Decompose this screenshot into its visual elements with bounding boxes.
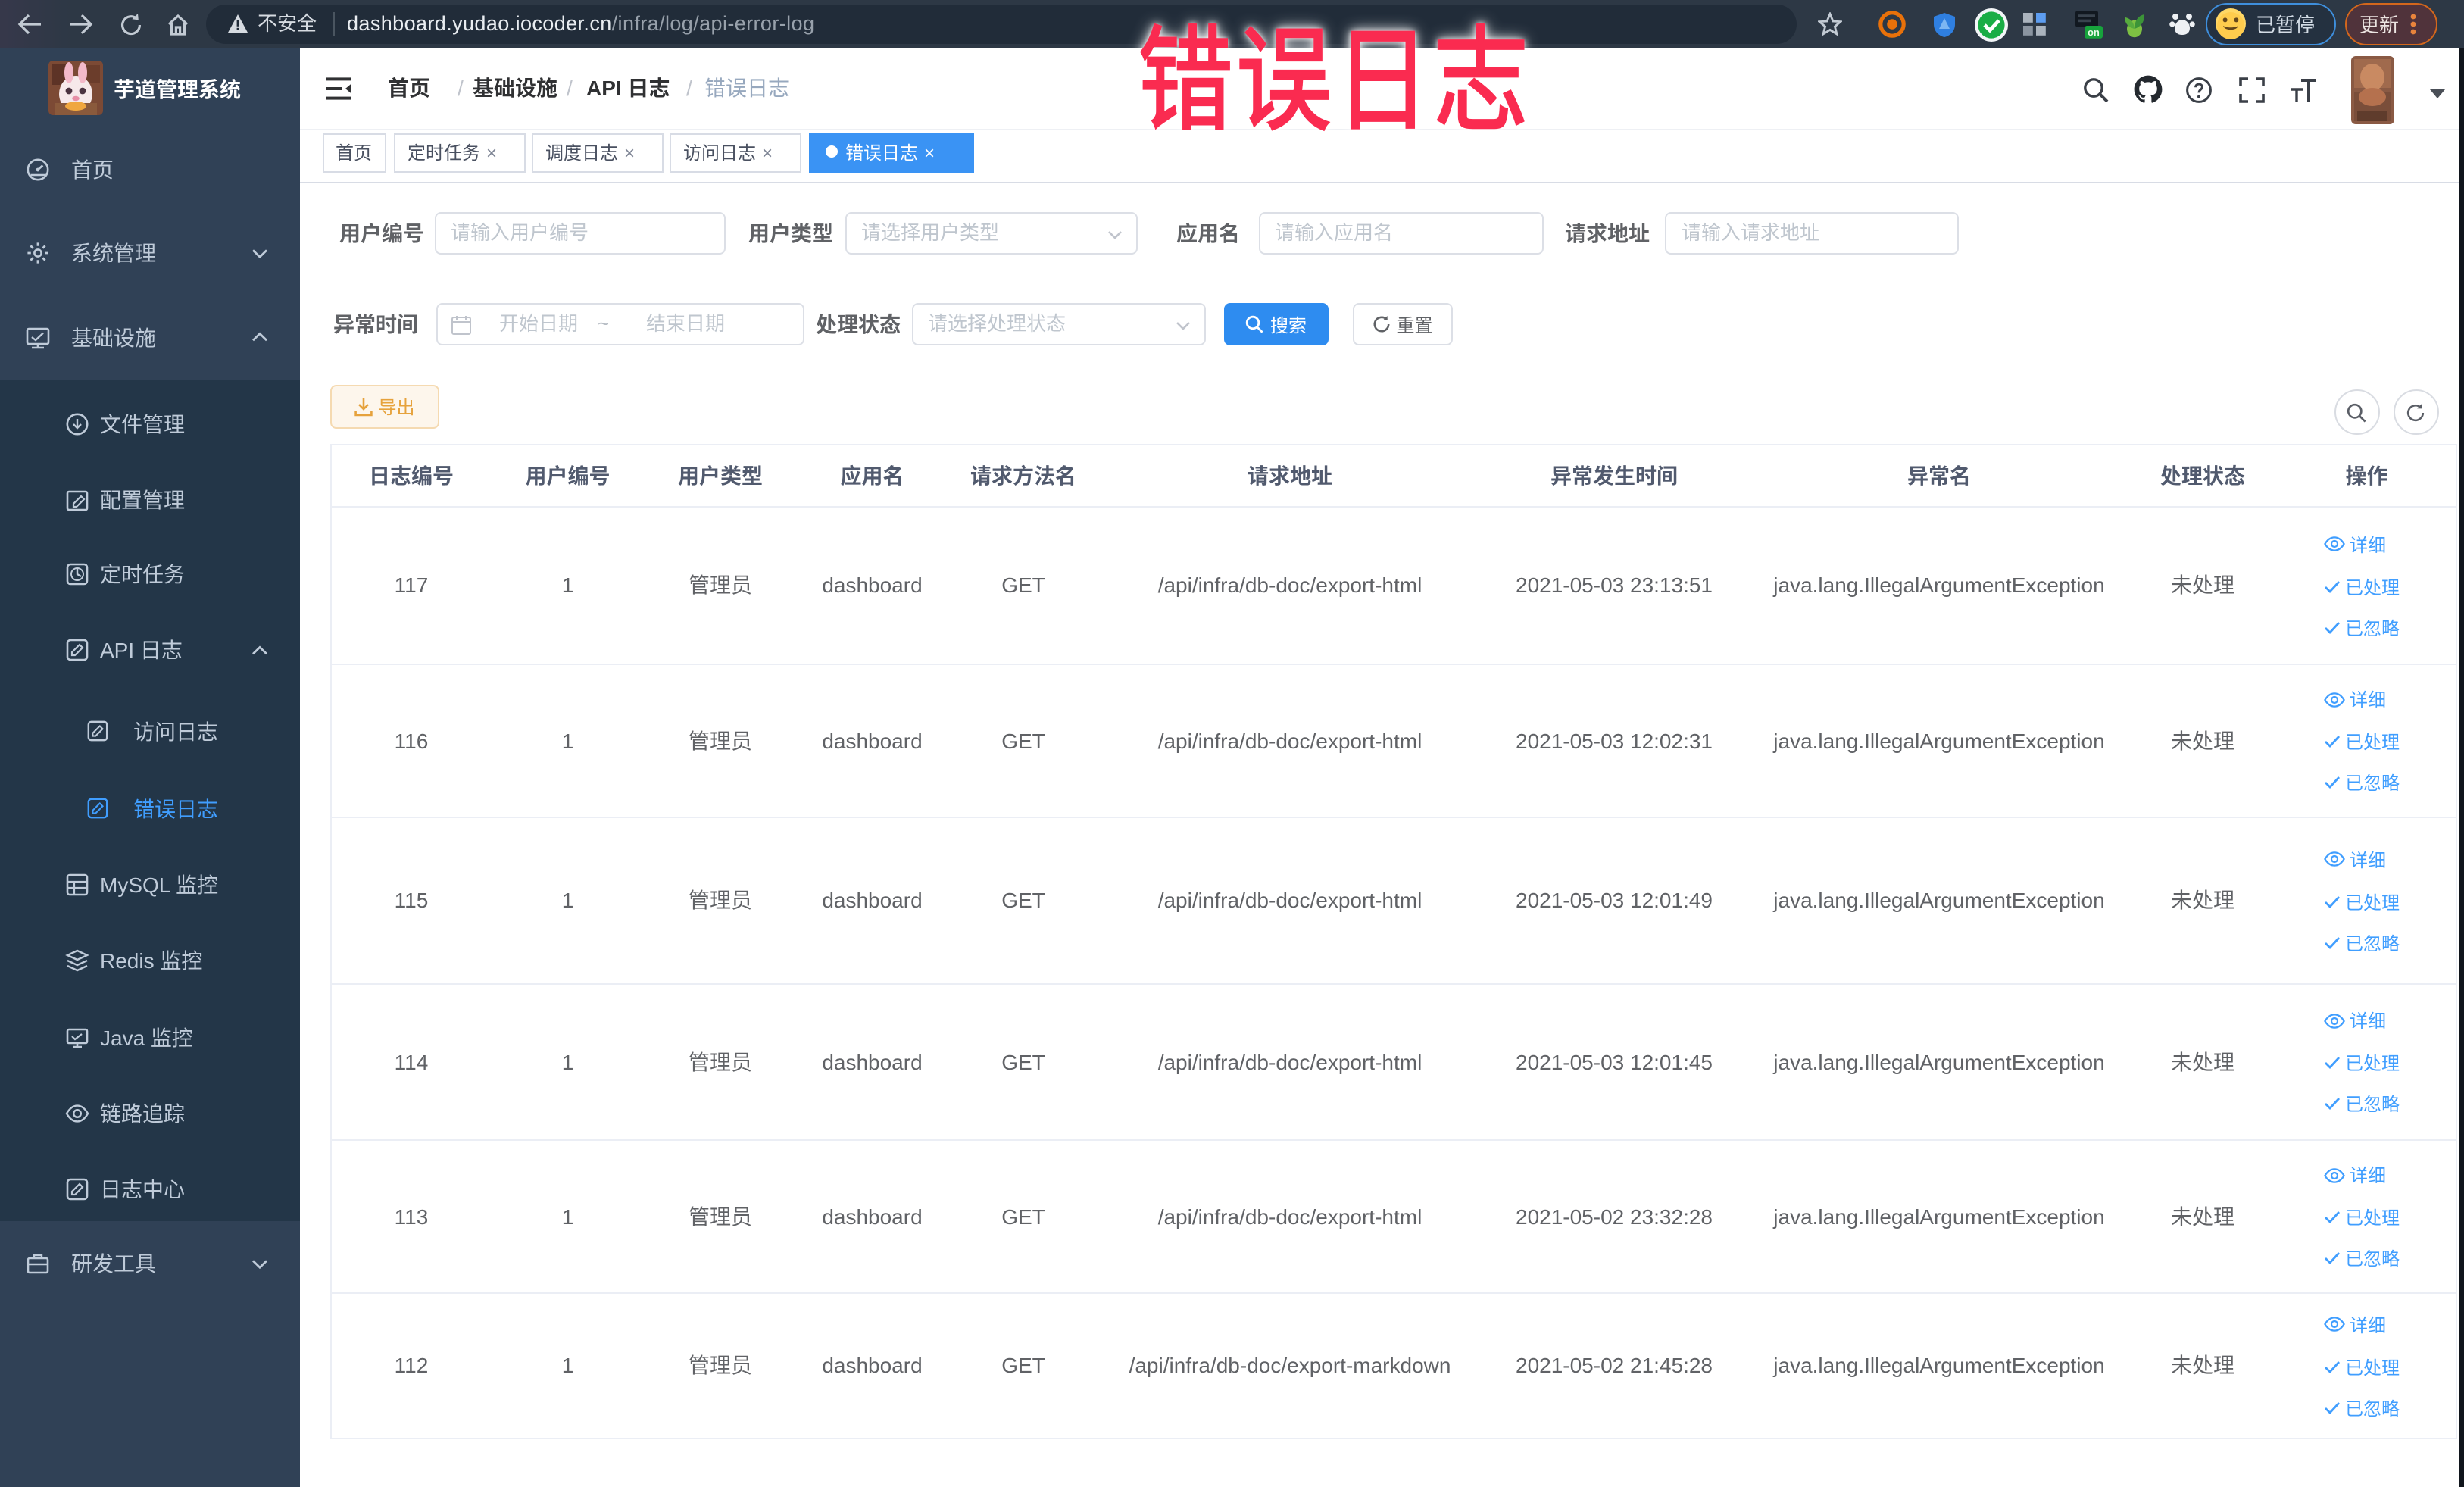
svg-text:on: on — [2088, 27, 2100, 38]
